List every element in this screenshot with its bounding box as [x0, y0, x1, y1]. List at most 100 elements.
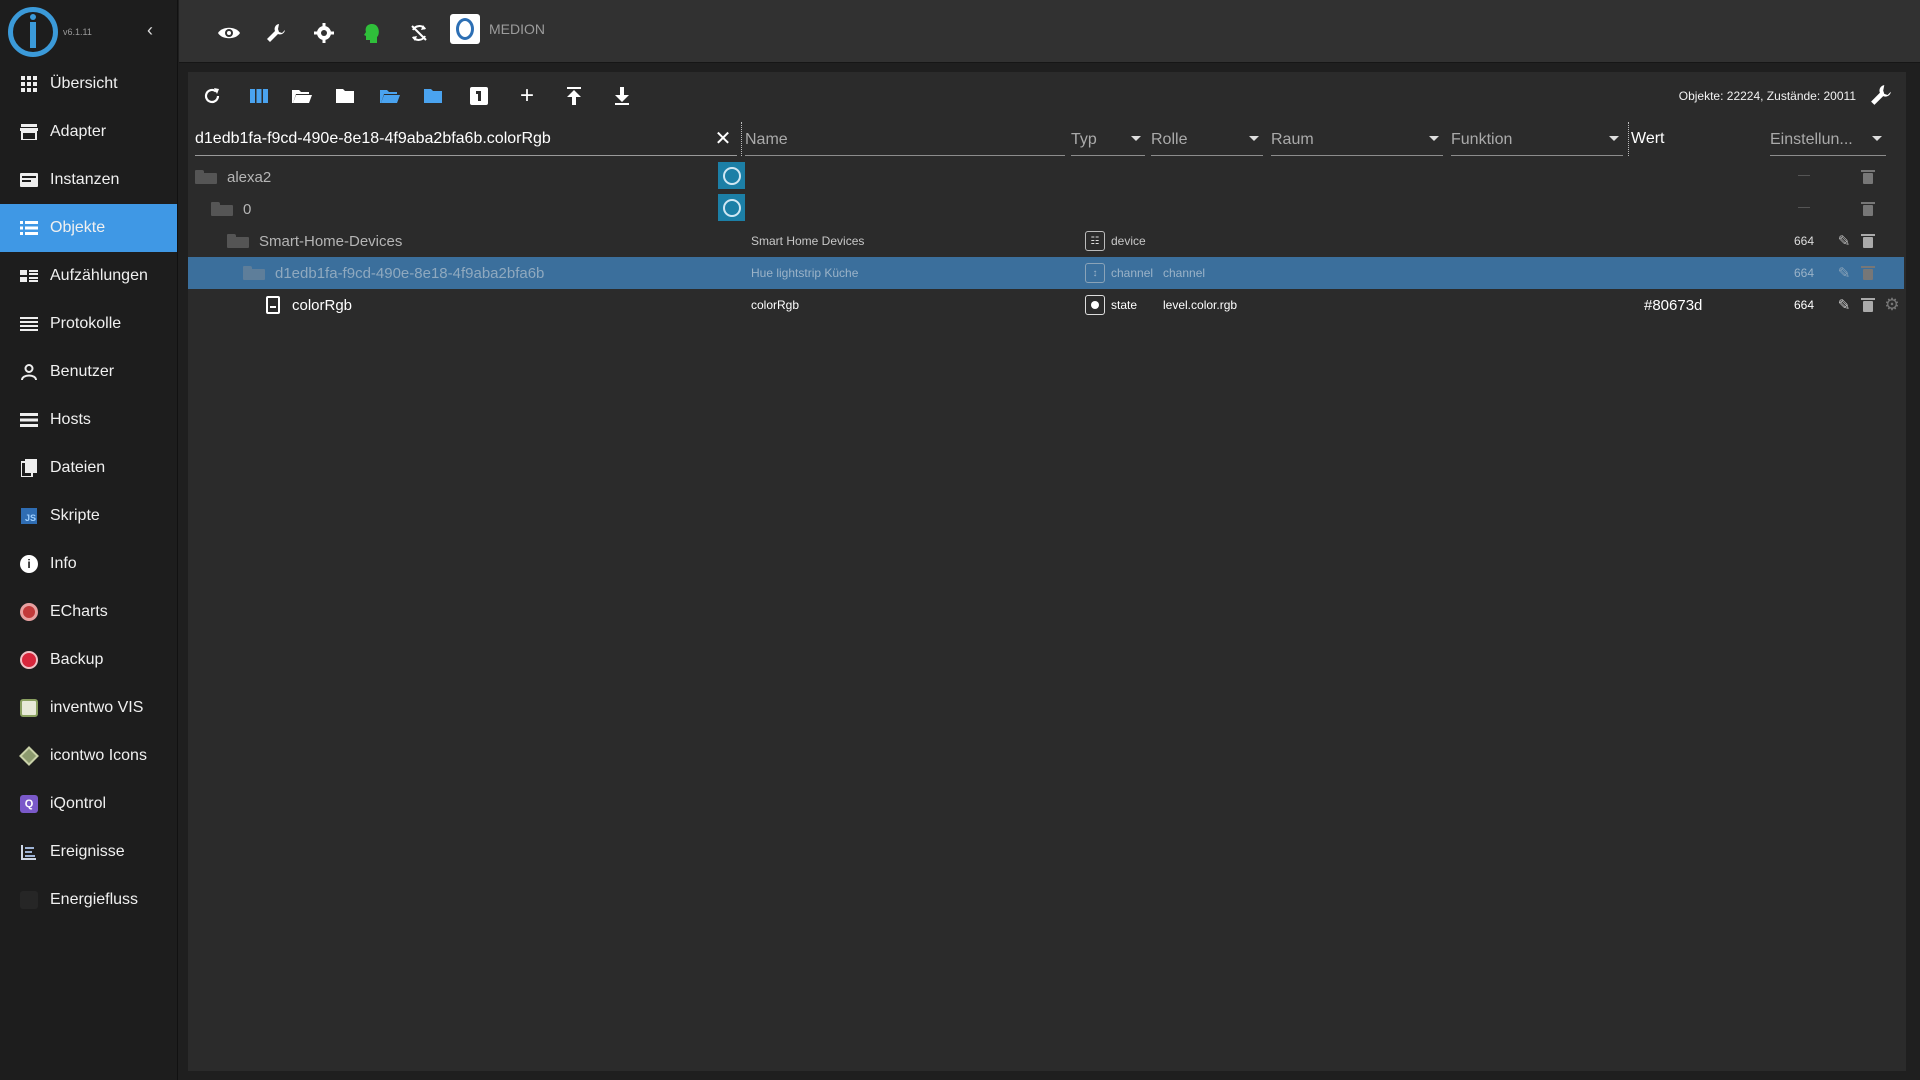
sidebar-item-protokolle[interactable]: Protokolle — [0, 300, 177, 348]
sidebar-item-label: iQontrol — [50, 795, 107, 812]
sidebar-item-backup[interactable]: Backup — [0, 636, 177, 684]
column-settings-wrench-icon[interactable] — [1868, 82, 1894, 108]
folder-open-icon[interactable] — [243, 266, 265, 280]
wrench-icon[interactable] — [263, 20, 289, 46]
clear-filter-icon[interactable]: ✕ — [712, 128, 734, 150]
folder-closed-icon[interactable] — [333, 84, 357, 108]
sidebar-item-icontwo-icons[interactable]: icontwo Icons — [0, 732, 177, 780]
icontwo-icon — [18, 745, 40, 767]
sidebar-item-label: Dateien — [50, 459, 106, 476]
type-cell: ☷ device — [1085, 225, 1146, 257]
edit-icon[interactable]: ✎ — [1836, 264, 1852, 282]
sidebar-item-adapter[interactable]: Adapter — [0, 108, 177, 156]
expert-mode-icon[interactable] — [359, 20, 385, 46]
folder-open-icon[interactable] — [227, 234, 249, 248]
folder-open-icon[interactable] — [195, 170, 217, 184]
room-filter-select[interactable]: Raum — [1271, 122, 1443, 156]
sidebar-item-label: Ereignisse — [50, 843, 125, 860]
hosts-icon — [18, 409, 40, 431]
files-icon — [18, 457, 40, 479]
role-filter-select[interactable]: Rolle — [1151, 122, 1263, 156]
sidebar-item-info[interactable]: i Info — [0, 540, 177, 588]
column-resize-handle[interactable] — [741, 122, 742, 156]
function-filter-label: Funktion — [1451, 131, 1513, 148]
app-root: v6.1.11 ‹ Übersicht Adapter Instanzen Ob… — [0, 0, 1920, 1080]
sidebar-item-energiefluss[interactable]: Energiefluss — [0, 876, 177, 924]
object-id: colorRgb — [292, 296, 353, 314]
function-filter-select[interactable]: Funktion — [1451, 122, 1623, 156]
sidebar-item-skripte[interactable]: JS Skripte — [0, 492, 177, 540]
device-icon: ☷ — [1085, 231, 1105, 251]
host-name[interactable]: MEDION — [489, 21, 545, 37]
delete-icon[interactable] — [1860, 264, 1876, 282]
object-name: Smart Home Devices — [751, 234, 865, 248]
gear-icon[interactable] — [311, 20, 337, 46]
chevron-down-icon — [1429, 136, 1439, 141]
sidebar-item-iqontrol[interactable]: Q iQontrol — [0, 780, 177, 828]
sidebar-item-ereignisse[interactable]: Ereignisse — [0, 828, 177, 876]
expand-all-icon[interactable] — [378, 84, 402, 108]
collapse-all-icon[interactable] — [421, 84, 445, 108]
settings-column-label: Einstellun... — [1770, 131, 1853, 148]
store-icon — [18, 121, 40, 143]
sync-icon[interactable] — [406, 20, 432, 46]
host-logo-icon[interactable] — [450, 14, 480, 44]
acl-empty-dash — [1798, 207, 1810, 208]
filter-bar: ✕ Name Typ Rolle Raum Funktion Wer — [188, 122, 1906, 156]
sidebar-item-instanzen[interactable]: Instanzen — [0, 156, 177, 204]
table-row[interactable]: alexa2 — [188, 161, 1906, 193]
sidebar-item-aufzahlungen[interactable]: Aufzählungen — [0, 252, 177, 300]
gear-icon[interactable]: ⚙ — [1884, 295, 1900, 314]
inventwo-icon — [18, 697, 40, 719]
type-filter-label: Typ — [1071, 131, 1097, 148]
column-resize-handle[interactable] — [1628, 122, 1629, 156]
table-row[interactable]: Smart-Home-Devices Smart Home Devices ☷ … — [188, 225, 1906, 257]
delete-icon[interactable] — [1860, 232, 1876, 250]
alexa-adapter-icon — [718, 162, 745, 189]
id-filter-input[interactable] — [195, 122, 737, 156]
sidebar-item-objekte[interactable]: Objekte — [0, 204, 177, 252]
table-row[interactable]: colorRgb colorRgb state level.color.rgb … — [188, 289, 1906, 321]
sidebar-item-ubersicht[interactable]: Übersicht — [0, 60, 177, 108]
object-id: d1edb1fa-f9cd-490e-8e18-4f9aba2bfa6b — [275, 264, 545, 282]
sidebar-item-hosts[interactable]: Hosts — [0, 396, 177, 444]
alexa-adapter-icon — [718, 194, 745, 221]
sidebar-item-label: Info — [50, 555, 77, 572]
value-column-header: Wert — [1631, 130, 1665, 147]
expand-level-icon[interactable] — [467, 84, 491, 108]
object-id: 0 — [243, 200, 252, 218]
refresh-icon[interactable] — [200, 84, 224, 108]
object-type: state — [1111, 298, 1138, 312]
sidebar-item-benutzer[interactable]: Benutzer — [0, 348, 177, 396]
delete-icon[interactable] — [1860, 200, 1876, 218]
name-filter-input[interactable]: Name — [745, 122, 1065, 156]
version-label: v6.1.11 — [63, 27, 92, 37]
tree-cell: 0 — [211, 193, 251, 225]
columns-icon[interactable] — [247, 84, 271, 108]
delete-icon[interactable] — [1860, 296, 1876, 314]
sidebar-header: v6.1.11 ‹ — [0, 0, 177, 63]
energy-icon — [18, 889, 40, 911]
add-icon[interactable]: + — [515, 82, 539, 109]
delete-icon[interactable] — [1860, 168, 1876, 186]
sidebar-item-label: inventwo VIS — [50, 699, 144, 716]
iobroker-logo[interactable] — [8, 7, 58, 57]
sidebar-item-inventwo-vis[interactable]: inventwo VIS — [0, 684, 177, 732]
eye-icon[interactable] — [216, 20, 242, 46]
table-row-selected[interactable]: d1edb1fa-f9cd-490e-8e18-4f9aba2bfa6b Hue… — [188, 257, 1904, 289]
collapse-sidebar-icon[interactable]: ‹ — [140, 20, 160, 40]
edit-icon[interactable]: ✎ — [1836, 296, 1852, 314]
sidebar-item-echarts[interactable]: ECharts — [0, 588, 177, 636]
state-value[interactable]: #80673d — [1644, 289, 1702, 321]
edit-icon[interactable]: ✎ — [1836, 232, 1852, 250]
upload-icon[interactable] — [562, 84, 586, 108]
sidebar-item-label: Protokolle — [50, 315, 122, 332]
folder-open-icon[interactable] — [211, 202, 233, 216]
type-filter-select[interactable]: Typ — [1071, 122, 1145, 156]
settings-column-select[interactable]: Einstellun... — [1770, 122, 1886, 156]
download-icon[interactable] — [610, 84, 634, 108]
sidebar-item-dateien[interactable]: Dateien — [0, 444, 177, 492]
folder-open-icon[interactable] — [290, 84, 314, 108]
name-filter-placeholder: Name — [745, 131, 788, 148]
table-row[interactable]: 0 — [188, 193, 1906, 225]
